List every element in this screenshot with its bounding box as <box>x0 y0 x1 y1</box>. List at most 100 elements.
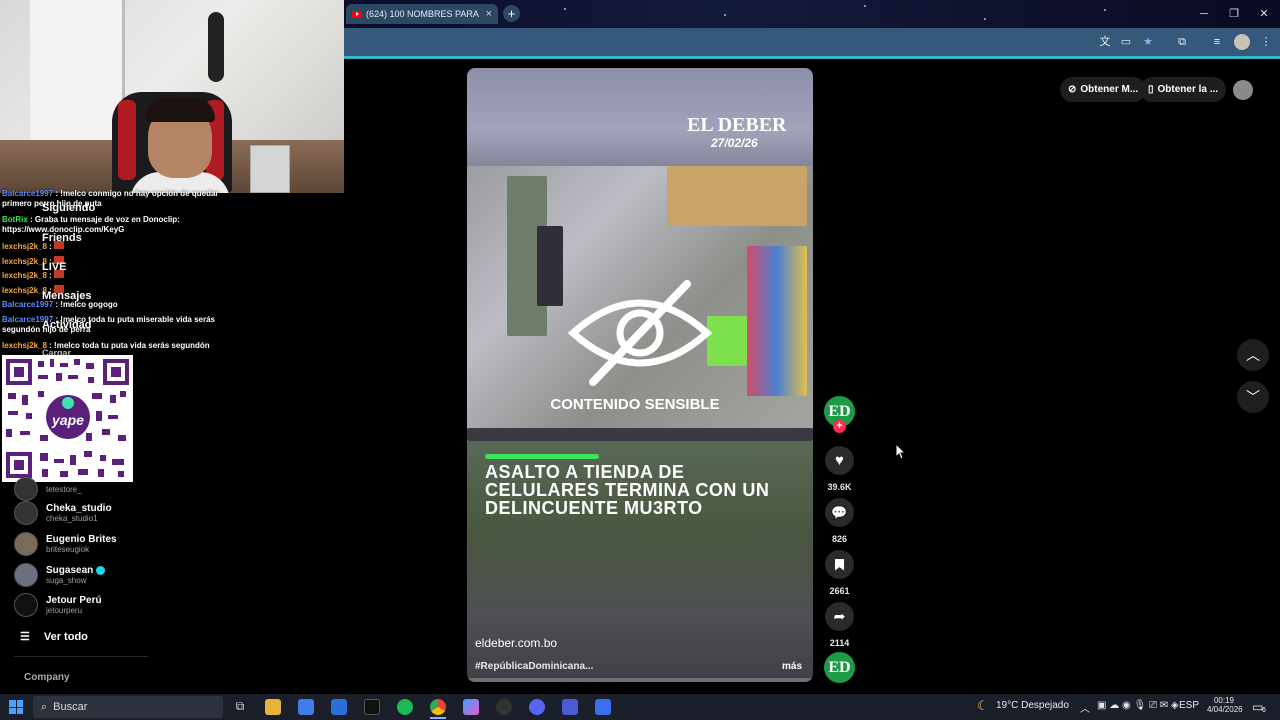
video-hashtag[interactable]: #RepúblicaDominicana... <box>475 661 593 672</box>
webcam-guitar <box>208 12 224 82</box>
following-name: Eugenio Brites <box>46 534 117 545</box>
weather-label[interactable]: 19°C Despejado <box>996 700 1069 711</box>
close-window-button[interactable]: ✕ <box>1249 0 1279 28</box>
tray-chevron-icon[interactable]: ︿ <box>1080 700 1090 715</box>
toolbar-accent-line <box>344 56 1280 59</box>
comment-count: 826 <box>831 534 848 544</box>
webcam-overlay <box>0 0 344 193</box>
like-count: 39.6K <box>827 482 852 492</box>
share-button[interactable]: ➦ <box>825 602 854 631</box>
yape-qr-code: yape <box>2 355 133 482</box>
copilot-icon[interactable] <box>463 699 479 715</box>
follow-plus-button[interactable]: + <box>833 420 846 433</box>
task-view-icon[interactable]: ⧉ <box>232 699 248 715</box>
video-author-site[interactable]: eldeber.com.bo <box>475 636 557 650</box>
emote-icon <box>54 241 65 249</box>
avatar <box>14 532 38 556</box>
chat-username: lexchsj2k_8 <box>2 242 47 251</box>
browser-tab[interactable]: (624) 100 NOMBRES PARA × <box>346 4 498 24</box>
avatar <box>14 477 38 501</box>
previous-video-button[interactable]: ︿ <box>1237 339 1269 371</box>
bookmark-star-icon[interactable]: ★ <box>1140 34 1156 50</box>
chat-message: lexchsj2k_8 : <box>2 241 222 252</box>
chat-text: : <box>49 242 52 251</box>
obs-icon[interactable] <box>496 699 512 715</box>
chat-message: lexchsj2k_8 : <box>2 256 222 267</box>
save-button[interactable] <box>825 550 854 579</box>
company-link[interactable]: Company <box>24 672 70 683</box>
video-player[interactable]: EL DEBER 27/02/26 CONTENIDO SENSIBLE ASA… <box>467 68 813 682</box>
menu-icon[interactable]: ⋮ <box>1258 34 1274 50</box>
chat-message: lexchsj2k_8 : !melco toda tu puta vida s… <box>2 341 222 351</box>
video-brand: EL DEBER <box>687 114 787 136</box>
coin-icon: ⊘ <box>1068 84 1077 95</box>
app-icon-2[interactable] <box>595 699 611 715</box>
chrome-icon[interactable] <box>430 699 446 715</box>
spotify-icon[interactable] <box>397 699 413 715</box>
avatar <box>14 593 38 617</box>
chat-username: Balcarce1997 <box>2 189 54 198</box>
chat-username: BotRix <box>2 215 28 224</box>
minimize-button[interactable]: ─ <box>1189 0 1219 28</box>
see-all-label: Ver todo <box>43 630 88 643</box>
video-date: 27/02/26 <box>711 136 758 150</box>
language-indicator[interactable]: ESP <box>1179 700 1199 711</box>
windows-start-icon[interactable] <box>9 700 23 714</box>
following-item[interactable]: Jetour Perú jetourperu <box>14 591 102 619</box>
chevron-up-icon: ︿ <box>1246 347 1260 363</box>
avatar <box>14 501 38 525</box>
comment-icon: 💬 <box>831 504 848 520</box>
user-avatar[interactable] <box>1233 80 1253 100</box>
tiktok-icon[interactable] <box>364 699 380 715</box>
next-video-button[interactable]: ﹀ <box>1237 381 1269 413</box>
following-handle: suga_show <box>46 576 87 585</box>
following-item[interactable]: Cheka_studio cheka_studio1 <box>14 499 112 527</box>
following-name: Cheka_studio <box>46 503 112 514</box>
divider <box>14 656 148 657</box>
music-disc-avatar[interactable]: ED <box>824 652 855 683</box>
active-app-indicator <box>430 717 446 719</box>
file-explorer-icon[interactable] <box>265 699 281 715</box>
outlook-icon[interactable] <box>331 699 347 715</box>
new-tab-button[interactable]: + <box>503 5 520 22</box>
restore-button[interactable]: ❐ <box>1219 0 1249 28</box>
extensions-icon[interactable]: ⧉ <box>1174 34 1190 50</box>
share-count: 2114 <box>829 638 850 648</box>
comment-button[interactable]: 💬 <box>825 498 854 527</box>
see-all-link[interactable]: ☰ Ver todo <box>20 630 88 644</box>
chat-username: lexchsj2k_8 <box>2 271 47 280</box>
like-button[interactable]: ♥ <box>825 446 854 475</box>
tray-icons[interactable]: ▣ ☁ ◉ 🎙 ⎚ ✉ ◈ <box>1097 700 1179 711</box>
bookmark-icon <box>835 558 844 571</box>
chevron-down-icon: ﹀ <box>1246 389 1260 405</box>
get-app-button[interactable]: ▯ Obtener la ... <box>1140 77 1227 102</box>
tab-close-button[interactable]: × <box>486 8 492 20</box>
cast-icon[interactable]: ▭ <box>1118 34 1134 50</box>
get-coins-button[interactable]: ⊘ Obtener M... <box>1060 77 1147 102</box>
video-progress-bar[interactable] <box>467 678 813 682</box>
profile-avatar[interactable] <box>1234 34 1250 50</box>
media-icon[interactable]: ≡ <box>1209 34 1225 50</box>
following-item[interactable]: Eugenio Brites briteseugiok <box>14 530 117 558</box>
store-icon[interactable] <box>298 699 314 715</box>
chat-message: lexchsj2k_8 : <box>2 285 222 296</box>
video-more-button[interactable]: más <box>782 661 802 672</box>
following-item[interactable]: Sugasean suga_show <box>14 561 106 589</box>
moon-icon: ☾ <box>977 698 989 713</box>
nav-activity[interactable]: Actividad <box>42 319 92 331</box>
streamer-hair <box>145 98 215 122</box>
chair-accent-left <box>118 100 136 180</box>
app-icon[interactable] <box>562 699 578 715</box>
sensitive-content-label: CONTENIDO SENSIBLE <box>550 396 720 413</box>
following-name: Jetour Perú <box>46 595 102 606</box>
taskbar-search[interactable]: ⌕ Buscar <box>33 696 223 718</box>
start-tile <box>9 700 16 707</box>
notification-badge: 6 <box>1262 707 1266 714</box>
nav-following[interactable]: Siguiendo <box>42 202 95 214</box>
chat-message: Balcarce1997 : !melco gogogo <box>2 300 222 310</box>
discord-icon[interactable] <box>529 699 545 715</box>
clock[interactable]: 00:19 4/04/2026 <box>1207 696 1243 714</box>
clock-date: 4/04/2026 <box>1207 705 1243 714</box>
scene-person <box>537 226 563 306</box>
translate-icon[interactable]: 文 <box>1097 34 1113 50</box>
